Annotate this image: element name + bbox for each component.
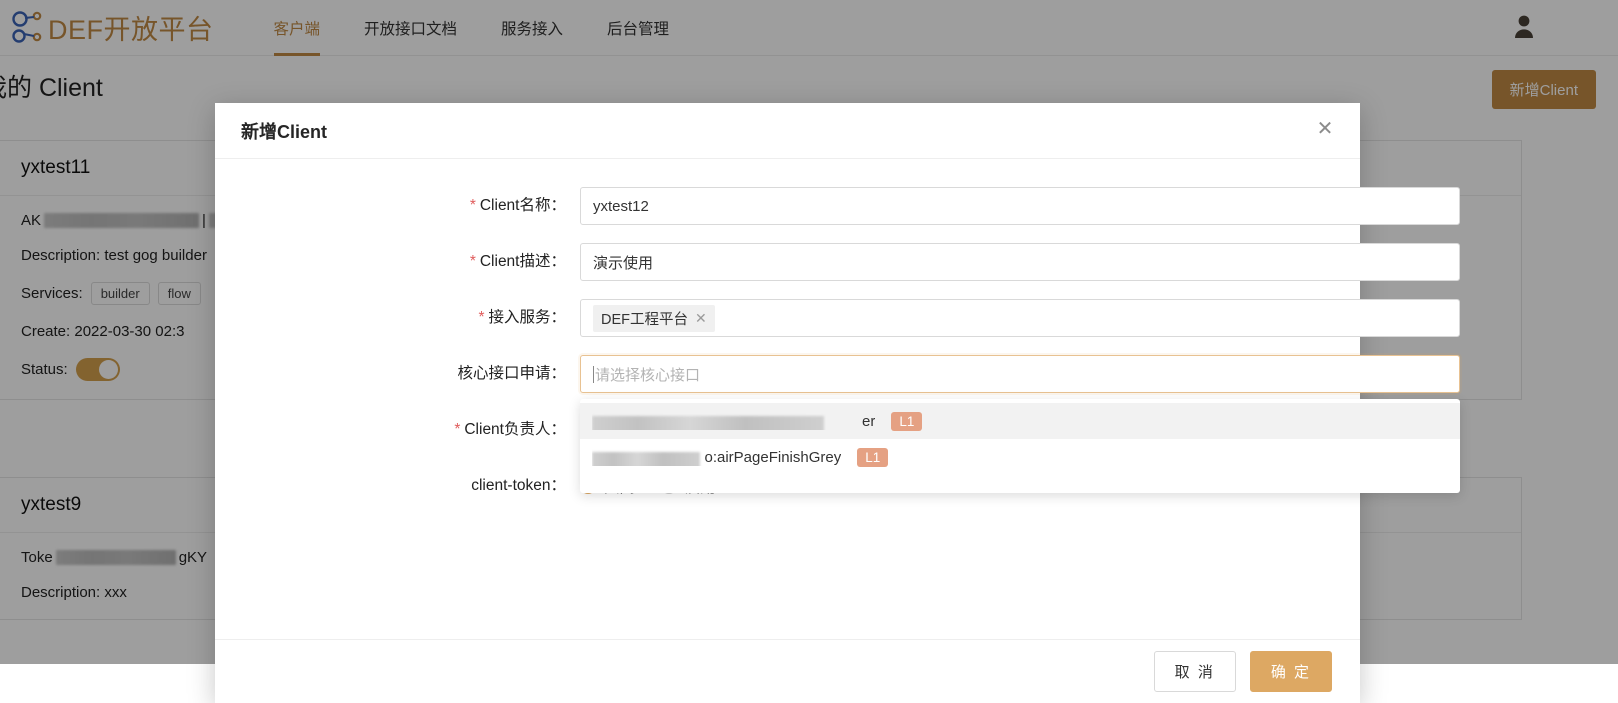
client-name-input[interactable]: yxtest12 [580, 187, 1460, 225]
close-icon[interactable]: ✕ [1314, 119, 1336, 141]
dropdown-option[interactable]: xxxxxxxxxxxxxxxxxxxxxxxxxxxxxxxxxxxxer L… [580, 403, 1460, 439]
dropdown-option-label: xxxxxxxxxxxxxxxxxxxxxxxxxxxxxxxxxxxxer [592, 413, 875, 430]
confirm-button[interactable]: 确 定 [1250, 651, 1332, 692]
redacted-mask [592, 416, 824, 430]
required-marker: * [478, 309, 484, 326]
field-row-access-service: *接入服务： DEF工程平台 ✕ [215, 299, 1360, 337]
access-service-select[interactable]: DEF工程平台 ✕ [580, 299, 1460, 337]
level-badge: L1 [857, 448, 888, 467]
field-label: *接入服务： [215, 299, 580, 337]
required-marker: * [454, 421, 460, 438]
dialog-header: 新增Client ✕ [215, 103, 1360, 159]
service-chip: DEF工程平台 ✕ [593, 305, 715, 332]
required-marker: * [470, 253, 476, 270]
field-control: DEF工程平台 ✕ [580, 299, 1460, 337]
remove-chip-icon[interactable]: ✕ [695, 310, 707, 327]
add-client-dialog: 新增Client ✕ *Client名称： yxtest12 *Client描述… [215, 103, 1360, 703]
field-label-text: Client名称： [480, 197, 566, 214]
field-label: *Client名称： [215, 187, 580, 225]
required-marker: * [470, 197, 476, 214]
dialog-title: 新增Client [241, 118, 327, 144]
dropdown-option-suffix: er [862, 413, 875, 430]
field-label-text: Client负责人： [464, 421, 566, 438]
field-label-text: 核心接口申请： [457, 365, 566, 382]
redacted-mask [592, 452, 700, 466]
client-description-input[interactable]: 演示使用 [580, 243, 1460, 281]
field-control: 请选择核心接口 xxxxxxxxxxxxxxxxxxxxxxxxxxxxxxxx… [580, 355, 1460, 393]
field-label-text: 接入服务： [488, 309, 566, 326]
dropdown-option-suffix: o:airPageFinishGrey [705, 449, 842, 466]
field-row-client-name: *Client名称： yxtest12 [215, 187, 1360, 225]
field-label: *Client负责人： [215, 411, 580, 449]
service-chip-label: DEF工程平台 [601, 308, 688, 329]
core-api-placeholder: 请选择核心接口 [595, 364, 700, 385]
text-caret [593, 366, 594, 383]
field-label: client-token： [215, 467, 580, 505]
client-name-value: yxtest12 [593, 198, 649, 215]
dialog-body: *Client名称： yxtest12 *Client描述： 演示使用 *接入服 [215, 159, 1360, 639]
field-label: *Client描述： [215, 243, 580, 281]
client-description-value: 演示使用 [593, 252, 653, 273]
dropdown-option[interactable]: xxxxxxxxxxxxxxxo:airPageFinishGrey L1 [580, 439, 1460, 475]
field-row-client-description: *Client描述： 演示使用 [215, 243, 1360, 281]
level-badge: L1 [891, 412, 922, 431]
field-label-text: Client描述： [480, 253, 566, 270]
field-label: 核心接口申请： [215, 355, 580, 393]
field-control: yxtest12 [580, 187, 1460, 225]
dialog-footer: 取 消 确 定 [215, 639, 1360, 703]
core-api-dropdown: xxxxxxxxxxxxxxxxxxxxxxxxxxxxxxxxxxxxer L… [580, 399, 1460, 493]
field-control: 演示使用 [580, 243, 1460, 281]
core-api-select-input[interactable]: 请选择核心接口 [580, 355, 1460, 393]
dropdown-option-label: xxxxxxxxxxxxxxxo:airPageFinishGrey [592, 449, 841, 466]
field-label-text: client-token： [471, 477, 566, 494]
field-row-core-api: 核心接口申请： 请选择核心接口 xxxxxxxxxxxxxxxxxxxxxxxx… [215, 355, 1360, 393]
cancel-button[interactable]: 取 消 [1154, 651, 1236, 692]
